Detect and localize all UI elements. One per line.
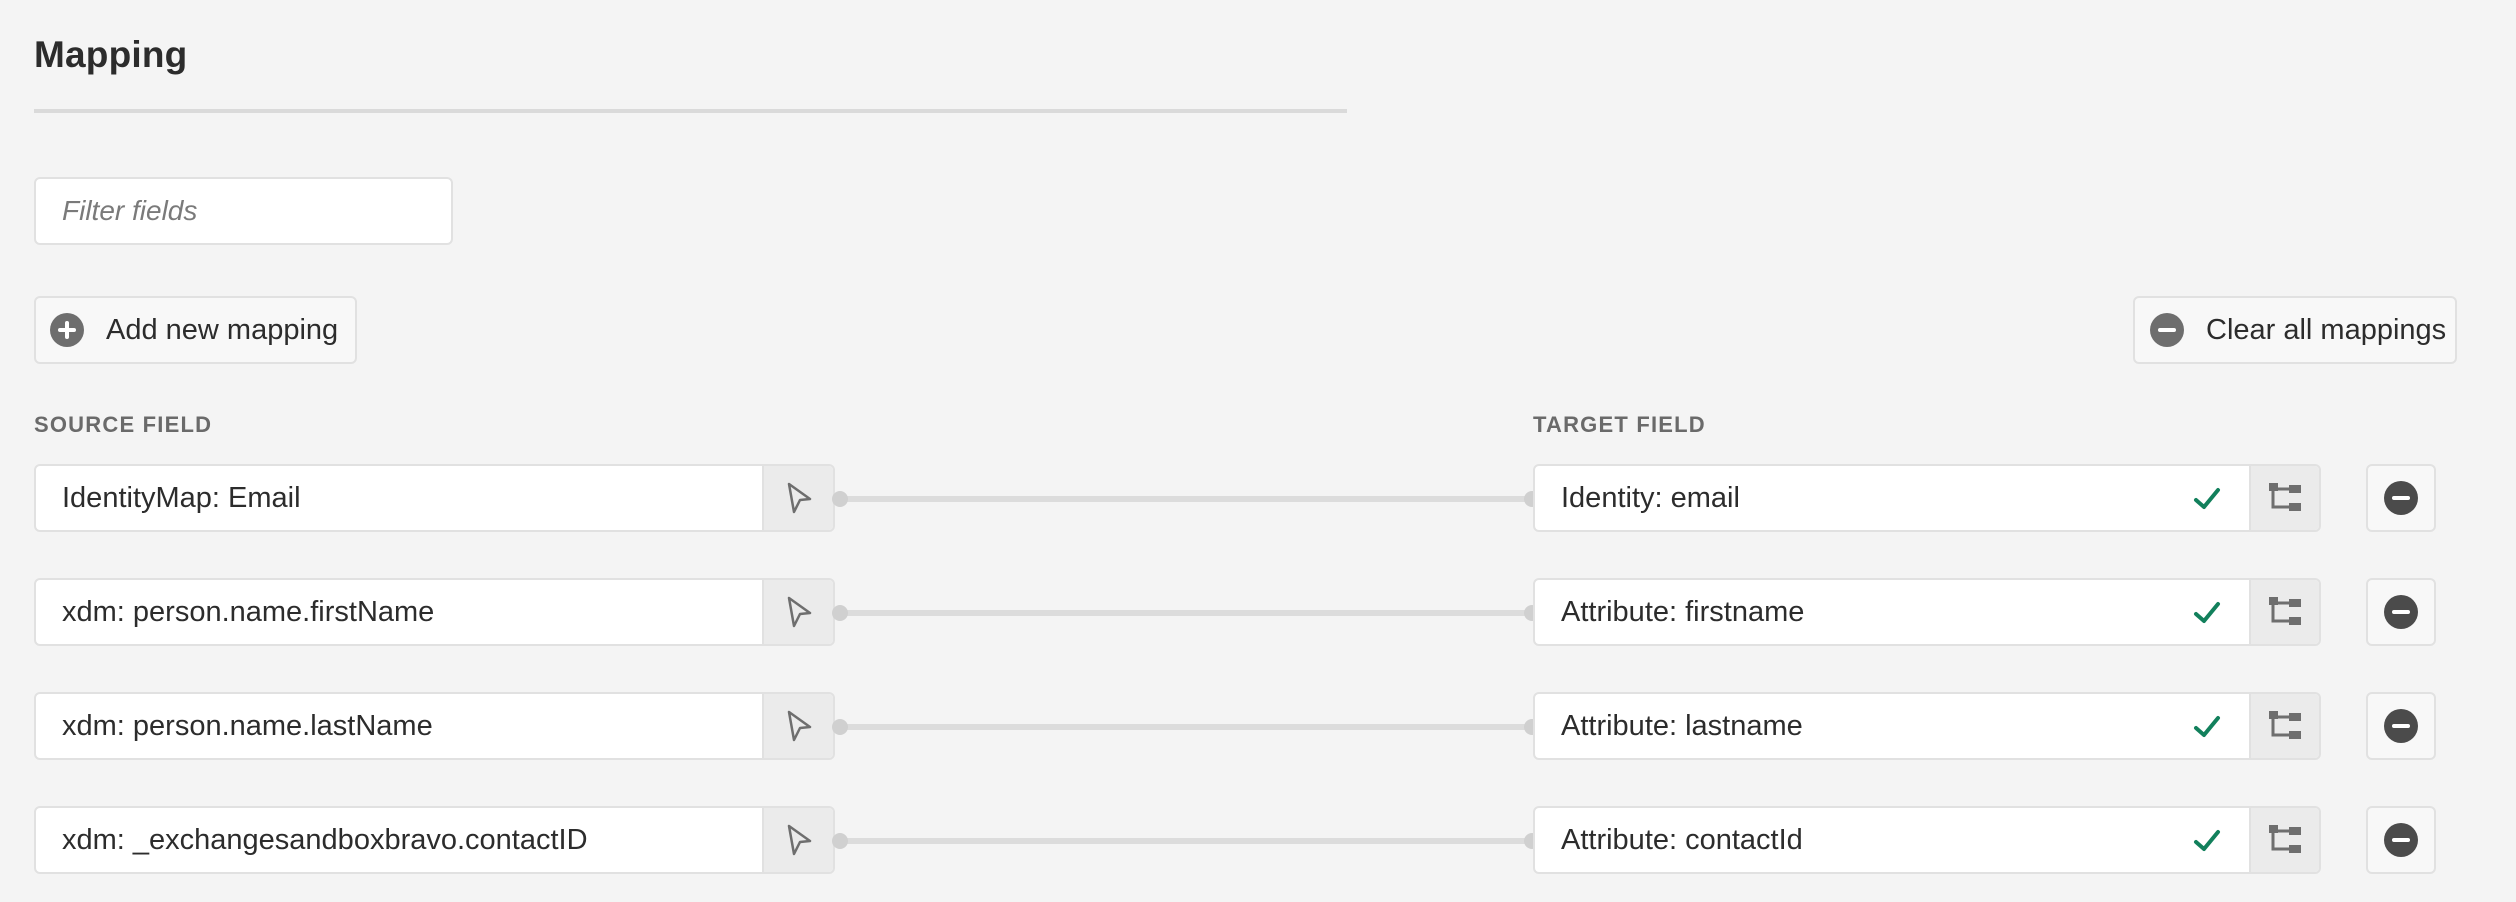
schema-tree-icon xyxy=(2269,483,2301,511)
target-field[interactable]: Attribute: firstname xyxy=(1533,578,2321,646)
remove-circle-icon xyxy=(2384,481,2418,515)
remove-mapping-button[interactable] xyxy=(2366,464,2436,532)
mapping-row: xdm: _exchangesandboxbravo.contactID Att… xyxy=(0,806,2516,876)
source-field-value: xdm: person.name.firstName xyxy=(62,596,435,628)
source-field-value: xdm: person.name.lastName xyxy=(62,710,433,742)
remove-circle-icon xyxy=(2384,823,2418,857)
clear-all-mappings-button[interactable]: Clear all mappings xyxy=(2133,296,2457,364)
checkmark-icon xyxy=(2194,830,2220,851)
target-field-value: Identity: email xyxy=(1561,482,1740,514)
target-field-header: TARGET FIELD xyxy=(1533,412,1706,437)
remove-circle-icon xyxy=(2150,313,2184,347)
cursor-select-icon xyxy=(787,596,811,628)
source-field[interactable]: xdm: person.name.firstName xyxy=(34,578,835,646)
cursor-select-icon xyxy=(787,710,811,742)
remove-circle-icon xyxy=(2384,709,2418,743)
source-field-value: IdentityMap: Email xyxy=(62,482,301,514)
mapping-connector xyxy=(832,605,1540,621)
select-source-button[interactable] xyxy=(762,466,833,530)
schema-tree-icon xyxy=(2269,825,2301,853)
target-field[interactable]: Identity: email xyxy=(1533,464,2321,532)
mapping-connector xyxy=(832,491,1540,507)
page-title: Mapping xyxy=(34,34,188,75)
cursor-select-icon xyxy=(787,824,811,856)
select-target-schema-button[interactable] xyxy=(2249,580,2319,644)
schema-tree-icon xyxy=(2269,711,2301,739)
target-field-value: Attribute: firstname xyxy=(1561,596,1805,628)
mapping-row: xdm: person.name.lastName Attribute: las… xyxy=(0,692,2516,762)
cursor-select-icon xyxy=(787,482,811,514)
select-target-schema-button[interactable] xyxy=(2249,808,2319,872)
checkmark-icon xyxy=(2194,716,2220,737)
clear-all-mappings-label: Clear all mappings xyxy=(2206,313,2447,346)
source-field-value: xdm: _exchangesandboxbravo.contactID xyxy=(62,824,588,856)
select-source-button[interactable] xyxy=(762,808,833,872)
title-divider xyxy=(34,109,1347,113)
source-field-header: SOURCE FIELD xyxy=(34,412,213,437)
add-new-mapping-button[interactable]: Add new mapping xyxy=(34,296,357,364)
schema-tree-icon xyxy=(2269,597,2301,625)
select-target-schema-button[interactable] xyxy=(2249,694,2319,758)
source-field[interactable]: xdm: _exchangesandboxbravo.contactID xyxy=(34,806,835,874)
target-field-value: Attribute: contactId xyxy=(1561,824,1803,856)
select-target-schema-button[interactable] xyxy=(2249,466,2319,530)
remove-circle-icon xyxy=(2384,595,2418,629)
source-field[interactable]: IdentityMap: Email xyxy=(34,464,835,532)
remove-mapping-button[interactable] xyxy=(2366,692,2436,760)
select-source-button[interactable] xyxy=(762,694,833,758)
remove-mapping-button[interactable] xyxy=(2366,806,2436,874)
mapping-connector xyxy=(832,719,1540,735)
add-circle-icon xyxy=(50,313,84,347)
checkmark-icon xyxy=(2194,488,2220,509)
target-field-value: Attribute: lastname xyxy=(1561,710,1803,742)
mapping-connector xyxy=(832,833,1540,849)
filter-fields-input[interactable] xyxy=(34,177,453,245)
mapping-row: IdentityMap: Email Identity: email xyxy=(0,464,2516,534)
mapping-row: xdm: person.name.firstName Attribute: fi… xyxy=(0,578,2516,648)
select-source-button[interactable] xyxy=(762,580,833,644)
target-field[interactable]: Attribute: lastname xyxy=(1533,692,2321,760)
remove-mapping-button[interactable] xyxy=(2366,578,2436,646)
source-field[interactable]: xdm: person.name.lastName xyxy=(34,692,835,760)
checkmark-icon xyxy=(2194,602,2220,623)
add-new-mapping-label: Add new mapping xyxy=(106,313,339,346)
target-field[interactable]: Attribute: contactId xyxy=(1533,806,2321,874)
